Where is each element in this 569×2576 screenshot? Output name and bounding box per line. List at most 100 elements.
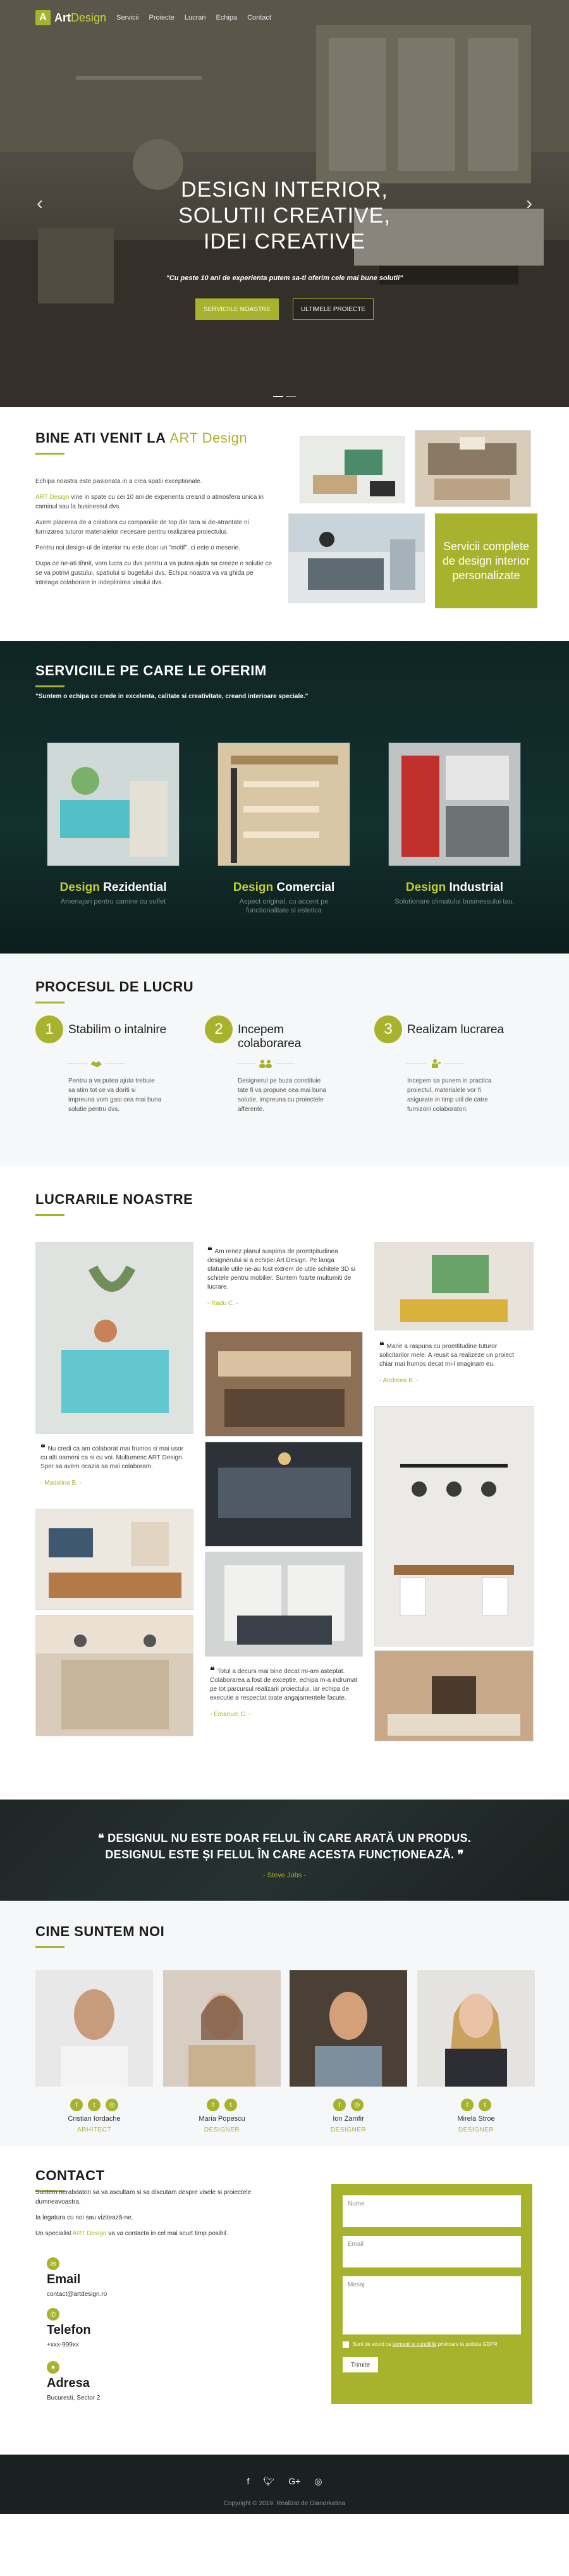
- testimonial-author: - Andreea B. -: [379, 1377, 419, 1384]
- service-card-industrial[interactable]: Design Industrial Solutionare climatului…: [388, 742, 522, 906]
- member-photo: [163, 1970, 281, 2087]
- services-title: SERVICIILE PE CARE LE OFERIM: [35, 663, 267, 678]
- portfolio-image[interactable]: [205, 1442, 363, 1547]
- terms-link[interactable]: termenii si conditiile: [393, 2341, 437, 2347]
- quote-icon: ❝: [379, 1340, 384, 1350]
- interior-photo: [415, 430, 531, 507]
- facebook-icon[interactable]: f: [70, 2099, 83, 2111]
- portfolio-image[interactable]: [205, 1552, 363, 1657]
- service-desc: Solutionare climatului businessului tau.: [395, 898, 515, 905]
- phone-icon: ✆: [47, 2308, 59, 2321]
- quote-close-icon: ❞: [454, 1848, 464, 1861]
- welcome-title: BINE ATI VENIT LA ART Design: [35, 430, 248, 446]
- worker-icon: [403, 1057, 467, 1070]
- quote-icon: ❝: [40, 1442, 46, 1452]
- instagram-icon[interactable]: ◎: [106, 2099, 118, 2111]
- nav-link-servicii[interactable]: Servicii: [116, 14, 138, 21]
- portfolio-image[interactable]: [205, 1332, 363, 1437]
- testimonial-card: ❝ Nu credi ca am colaborat mai frumos si …: [40, 1443, 188, 1488]
- step-title: Realizam lucrarea: [407, 1023, 505, 1036]
- testimonial-card: ❝ Am renez planul suspima de promtpitudin…: [207, 1245, 355, 1307]
- service-title: Design Comercial: [233, 881, 335, 894]
- step-number: 2: [205, 1015, 233, 1043]
- service-photo: [217, 742, 351, 867]
- quote-icon: ❝: [210, 1665, 215, 1675]
- address-value: Bucuresti, Sector 2: [47, 2395, 101, 2401]
- step-title: Stabilim o intalnire: [68, 1023, 167, 1036]
- member-name: Maria Popescu: [199, 2115, 245, 2123]
- logo-text: ArtDesign: [54, 11, 107, 24]
- team-icon: [234, 1057, 297, 1070]
- contact-intro: Suntem nerabdatori sa va ascultam si sa …: [35, 2189, 252, 2237]
- email-field[interactable]: Email: [343, 2236, 521, 2267]
- instagram-icon[interactable]: ◎: [314, 2476, 322, 2487]
- main-nav: A ArtDesign Servicii Proiecte Lucrari Ec…: [35, 10, 271, 25]
- member-role: DESIGNER: [204, 2126, 240, 2133]
- interior-photo: [300, 436, 405, 503]
- slider-dot[interactable]: [273, 396, 283, 397]
- step-number: 3: [374, 1015, 402, 1043]
- facebook-icon[interactable]: f: [207, 2099, 219, 2111]
- portfolio-image[interactable]: [35, 1615, 193, 1736]
- step-number: 1: [35, 1015, 63, 1043]
- send-button[interactable]: Trimite: [343, 2357, 378, 2372]
- member-name: Ion Zamfir: [333, 2115, 364, 2123]
- slider-dot[interactable]: [286, 396, 296, 397]
- projects-button[interactable]: ULTIMELE PROIECTE: [292, 298, 374, 320]
- step-desc: Designerul pe buza constituie tate fi va…: [238, 1077, 327, 1113]
- portfolio-image[interactable]: [35, 1509, 193, 1610]
- facebook-icon[interactable]: f: [247, 2476, 250, 2487]
- quote-icon: ❝: [207, 1245, 212, 1255]
- service-title: Design Industrial: [405, 881, 504, 894]
- contact-title: CONTACT: [35, 2168, 105, 2183]
- hero-section: A ArtDesign Servicii Proiecte Lucrari Ec…: [0, 0, 569, 407]
- team-member: ft Mirela Stroe DESIGNER: [417, 1970, 535, 2133]
- testimonial-card: ❝ Marie a raspuns cu promtitudine tuturor…: [379, 1340, 527, 1385]
- service-photo: [388, 742, 522, 867]
- portfolio-image[interactable]: [374, 1406, 534, 1647]
- name-field[interactable]: Nume: [343, 2195, 521, 2227]
- service-card-rezidential[interactable]: Design Rezidential Amenajari pentru cami…: [47, 742, 180, 906]
- nav-link-proiecte[interactable]: Proiecte: [149, 14, 174, 21]
- twitter-icon[interactable]: t: [88, 2099, 101, 2111]
- services-cta-box: Servicii complete de design interior per…: [435, 513, 537, 608]
- phone-value[interactable]: +xxx-999xx: [47, 2341, 91, 2348]
- service-card-comercial[interactable]: Design Comercial Aspect original, cu acc…: [217, 742, 351, 915]
- facebook-icon[interactable]: f: [333, 2099, 346, 2111]
- hero-title: DESIGN INTERIOR, SOLUTII CREATIVE, IDEI …: [178, 178, 391, 254]
- nav-link-lucrari[interactable]: Lucrari: [185, 14, 206, 21]
- title-underline: [35, 1002, 64, 1003]
- portfolio-image[interactable]: [374, 1242, 534, 1330]
- gdpr-checkbox[interactable]: [343, 2341, 349, 2348]
- member-name: Cristian Iordache: [68, 2115, 121, 2123]
- team-member: f ◎ Ion Zamfir DESIGNER: [290, 1970, 407, 2133]
- testimonial-card: ❝ Totul a decurs mai bine decat mi-am ast…: [210, 1665, 357, 1718]
- twitter-icon[interactable]: t: [224, 2099, 237, 2111]
- instagram-icon[interactable]: ◎: [351, 2099, 364, 2111]
- banner-quote: ❝ DESIGNUL NU ESTE DOAR FELUL ÎN CARE AR…: [97, 1832, 472, 1861]
- email-value[interactable]: contact@artdesign.ro: [47, 2291, 107, 2298]
- welcome-text: Echipa noastra este pasionata in a crea …: [35, 478, 272, 586]
- facebook-icon[interactable]: f: [461, 2099, 474, 2111]
- message-field[interactable]: Mesaj: [343, 2276, 521, 2334]
- services-button[interactable]: SERVICIILE NOASTRE: [195, 298, 279, 320]
- google-plus-icon[interactable]: G+: [288, 2476, 300, 2487]
- logo[interactable]: A ArtDesign: [35, 10, 106, 25]
- portfolio-section: LUCRARILE NOASTRE ❝ Nu credi ca am colabo…: [0, 1166, 569, 1800]
- footer: f 🐦︎ G+ ◎ Copyright © 2019. Realizat de …: [0, 2455, 569, 2514]
- services-section: SERVICIILE PE CARE LE OFERIM "Suntem o e…: [0, 641, 569, 954]
- member-photo: [290, 1970, 407, 2087]
- nav-link-contact[interactable]: Contact: [247, 14, 271, 21]
- title-underline: [35, 1214, 64, 1216]
- contact-form: Nume Email Mesaj Sunt de acord ca termen…: [331, 2184, 532, 2404]
- service-desc: Aspect original, cu accent pe functional…: [239, 898, 329, 914]
- twitter-icon[interactable]: t: [479, 2099, 491, 2111]
- location-icon: ●: [47, 2361, 59, 2374]
- step-title: Incepem colaborarea: [238, 1023, 302, 1050]
- portfolio-image[interactable]: [35, 1242, 193, 1434]
- portfolio-image[interactable]: [374, 1650, 534, 1741]
- twitter-icon[interactable]: 🐦︎: [263, 2476, 274, 2487]
- member-photo: [417, 1970, 535, 2087]
- step-desc: Incepem sa punem in practica proiectul, …: [407, 1077, 492, 1113]
- nav-link-echipa[interactable]: Echipa: [216, 14, 237, 21]
